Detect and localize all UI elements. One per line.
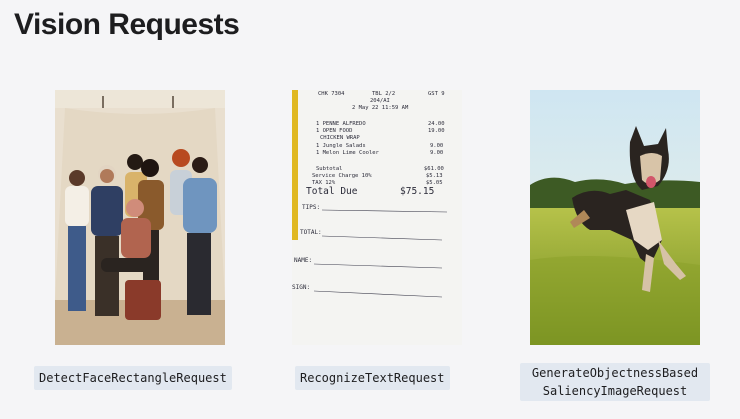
receipt-tips-label: TIPS: — [302, 204, 320, 211]
receipt-header-check: CHK 7304 — [318, 91, 345, 97]
receipt-total: $75.15 — [400, 186, 434, 197]
receipt-total-label: Total Due — [306, 186, 358, 197]
receipt-item-name: 1 Melon Lime Cooler — [316, 150, 380, 156]
saliency-label-line1: GenerateObjectnessBased — [531, 366, 699, 380]
receipt-total2-label: TOTAL: — [300, 229, 322, 236]
receipt-item-price: 19.00 — [428, 128, 445, 134]
recognize-text-request-label: RecognizeTextRequest — [295, 366, 450, 390]
receipt-item-price: 9.00 — [430, 150, 443, 156]
group-photo — [55, 90, 225, 345]
receipt-sign-label: SIGN: — [292, 284, 310, 291]
saliency-image-request-label: GenerateObjectnessBased SaliencyImageReq… — [520, 363, 710, 401]
receipt-item-name: 1 Jungle Salads — [316, 143, 366, 149]
receipt-photo: CHK 7304 TBL 2/2 GST 9 204/AI 2 May 22 1… — [292, 90, 462, 345]
receipt-item-name: 1 OPEN FOOD — [316, 128, 352, 134]
dog-photo — [530, 90, 700, 345]
receipt-service-label: Service Charge 10% — [312, 173, 372, 179]
receipt-header-guests: GST 9 — [428, 91, 445, 97]
receipt-subtotal-label: Subtotal — [316, 166, 343, 172]
receipt-item-name: CHICKEN WRAP — [320, 135, 360, 141]
receipt-header-code: 204/AI — [370, 98, 390, 104]
slide-title: Vision Requests — [14, 8, 240, 41]
receipt-date: 2 May 22 11:59 AM — [352, 105, 409, 111]
receipt-item-price: 24.00 — [428, 121, 445, 127]
receipt-subtotal: $61.00 — [424, 166, 444, 172]
receipt-header-table: TBL 2/2 — [372, 91, 395, 97]
receipt-item-name: 1 PENNE ALFREDO — [316, 121, 366, 127]
receipt-item-price: 9.00 — [430, 143, 443, 149]
receipt-service: $5.13 — [426, 173, 443, 179]
detect-face-rectangle-request-label: DetectFaceRectangleRequest — [34, 366, 232, 390]
receipt-name-label: NAME: — [294, 257, 312, 264]
saliency-label-line2: SaliencyImageRequest — [542, 384, 688, 398]
